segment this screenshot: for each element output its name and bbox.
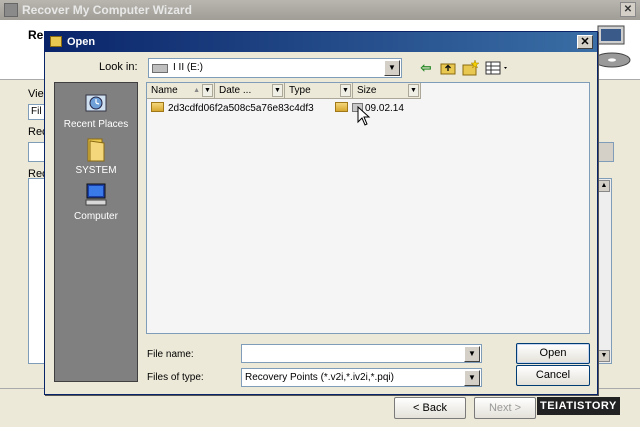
wizard-header-title: Re — [28, 28, 44, 42]
folder-icon — [87, 138, 105, 162]
place-computer[interactable]: Computer — [55, 181, 137, 222]
places-bar: Recent Places SYSTEM Computer — [54, 82, 138, 382]
chevron-down-icon[interactable]: ▼ — [340, 84, 351, 97]
views-menu-icon[interactable] — [485, 59, 511, 77]
new-folder-icon[interactable] — [461, 59, 479, 77]
look-in-dropdown[interactable]: I II (E:) ▼ — [148, 58, 402, 78]
mouse-cursor-icon — [357, 106, 371, 126]
look-in-label: Look in: — [99, 61, 138, 73]
wizard-list-scrollbar[interactable]: ▲ ▼ — [596, 178, 612, 364]
chevron-down-icon[interactable]: ▼ — [408, 84, 419, 97]
place-recent-places[interactable]: Recent Places — [55, 89, 137, 130]
computer-disk-icon — [593, 25, 631, 68]
wizard-back-button[interactable]: < Back — [394, 397, 466, 419]
column-header-date[interactable]: Date ... ▼ — [215, 83, 285, 99]
open-dialog-titlebar: Open ✕ — [45, 32, 597, 52]
column-header-type[interactable]: Type ▼ — [285, 83, 353, 99]
wizard-next-button[interactable]: Next > — [474, 397, 536, 419]
folder-icon — [335, 102, 348, 112]
screen: Recover My Computer Wizard ✕ Re Vie Fil … — [0, 0, 640, 427]
wizard-title: Recover My Computer Wizard — [22, 3, 192, 17]
place-label: SYSTEM — [75, 165, 117, 176]
wizard-close-button[interactable]: ✕ — [620, 2, 636, 17]
chevron-down-icon[interactable]: ▼ — [384, 60, 400, 76]
open-button[interactable]: Open — [516, 343, 590, 364]
file-name-label: File name: — [147, 349, 194, 360]
place-label: Computer — [74, 211, 118, 222]
chevron-down-icon[interactable]: ▼ — [272, 84, 283, 97]
files-of-type-value: Recovery Points (*.v2i,*.iv2i,*.pqi) — [245, 372, 394, 383]
place-label: Recent Places — [63, 119, 129, 130]
up-folder-icon[interactable] — [439, 59, 457, 77]
drive-icon — [152, 64, 168, 73]
recent-places-icon — [85, 94, 107, 112]
sort-up-icon: ▲ — [193, 87, 200, 94]
folder-open-icon — [50, 36, 62, 47]
chevron-down-icon[interactable]: ▼ — [464, 370, 480, 386]
folder-icon — [151, 102, 164, 112]
column-header-size[interactable]: Size ▼ — [353, 83, 421, 99]
list-item-name: 2d3cdfd06f2a508c5a76e83c4df3 — [168, 103, 314, 114]
file-name-input[interactable]: ▼ — [241, 344, 482, 363]
chevron-down-icon[interactable]: ▼ — [202, 84, 213, 97]
column-header-name[interactable]: Name ▲ ▼ — [147, 83, 215, 99]
wizard-label-view: Vie — [28, 88, 44, 100]
list-item[interactable]: 2d3cdfd06f2a508c5a76e83c4df3 — [151, 102, 314, 116]
column-header-label: Type — [289, 85, 311, 96]
look-in-value: I II (E:) — [173, 62, 203, 73]
watermark: TEIATISTORY — [537, 397, 620, 415]
files-of-type-dropdown[interactable]: Recovery Points (*.v2i,*.iv2i,*.pqi) ▼ — [241, 368, 482, 387]
dialog-close-button[interactable]: ✕ — [577, 35, 593, 49]
column-header-label: Date ... — [219, 85, 252, 96]
scroll-up-icon[interactable]: ▲ — [598, 180, 610, 192]
back-arrow-icon[interactable]: ⇦ — [417, 59, 435, 77]
wizard-app-icon — [4, 3, 18, 17]
open-dialog-title: Open — [67, 36, 96, 48]
column-header-label: Size — [357, 85, 377, 96]
wizard-titlebar: Recover My Computer Wizard ✕ — [0, 0, 640, 20]
column-header-label: Name — [151, 85, 178, 96]
scroll-down-icon[interactable]: ▼ — [598, 350, 610, 362]
computer-icon — [85, 183, 107, 206]
wizard-label-file: Fil — [31, 106, 42, 117]
place-system[interactable]: SYSTEM — [55, 135, 137, 176]
wizard-browse-button[interactable] — [598, 142, 614, 162]
cancel-button[interactable]: Cancel — [516, 365, 590, 386]
file-list-headers: Name ▲ ▼ Date ... ▼ Type ▼ Size ▼ — [147, 83, 589, 99]
chevron-down-icon[interactable]: ▼ — [464, 346, 480, 362]
open-dialog: Open ✕ Look in: I II (E:) ▼ ⇦ Recent Pla… — [44, 31, 598, 395]
files-of-type-label: Files of type: — [147, 372, 204, 383]
